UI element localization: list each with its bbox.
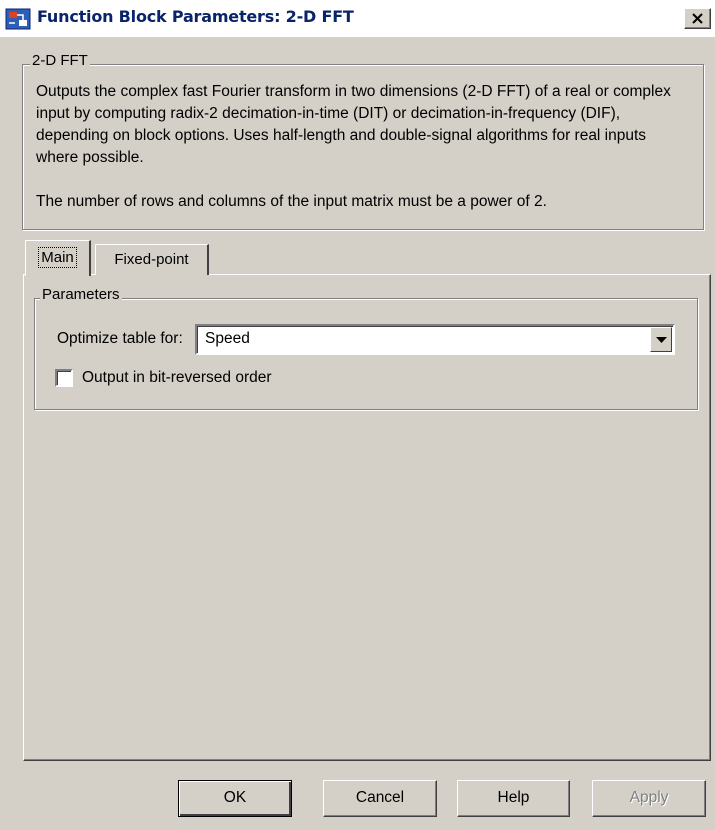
cancel-button[interactable]: Cancel <box>323 780 437 817</box>
chevron-down-icon <box>656 337 667 343</box>
optimize-table-label: Optimize table for: <box>57 330 183 347</box>
description-note: The number of rows and columns of the in… <box>36 193 547 210</box>
tab-fixed-point-label: Fixed-point <box>114 251 189 268</box>
optimize-table-select[interactable]: Speed <box>195 324 675 355</box>
description-group-label: 2-D FFT <box>30 52 90 69</box>
description-text: Outputs the complex fast Fourier transfo… <box>36 83 671 166</box>
ok-button[interactable]: OK <box>178 780 292 817</box>
dialog-window: Function Block Parameters: 2-D FFT 2-D F… <box>0 0 715 830</box>
bit-reversed-checkbox[interactable] <box>55 369 73 387</box>
tab-fixed-point[interactable]: Fixed-point <box>95 244 209 275</box>
apply-button[interactable]: Apply <box>592 780 706 817</box>
simulink-block-icon <box>5 8 31 30</box>
bit-reversed-label[interactable]: Output in bit-reversed order <box>82 369 272 387</box>
tab-main-label: Main <box>38 247 77 268</box>
title-bar[interactable]: Function Block Parameters: 2-D FFT <box>0 0 715 37</box>
parameters-group-label: Parameters <box>40 286 122 303</box>
optimize-table-value: Speed <box>205 330 250 347</box>
tab-main[interactable]: Main <box>25 240 91 276</box>
dropdown-button[interactable] <box>650 327 672 352</box>
close-button[interactable] <box>684 8 711 29</box>
window-title: Function Block Parameters: 2-D FFT <box>37 7 354 26</box>
block-description: Outputs the complex fast Fourier transfo… <box>36 81 686 213</box>
close-icon <box>692 13 703 24</box>
help-button[interactable]: Help <box>457 780 570 817</box>
